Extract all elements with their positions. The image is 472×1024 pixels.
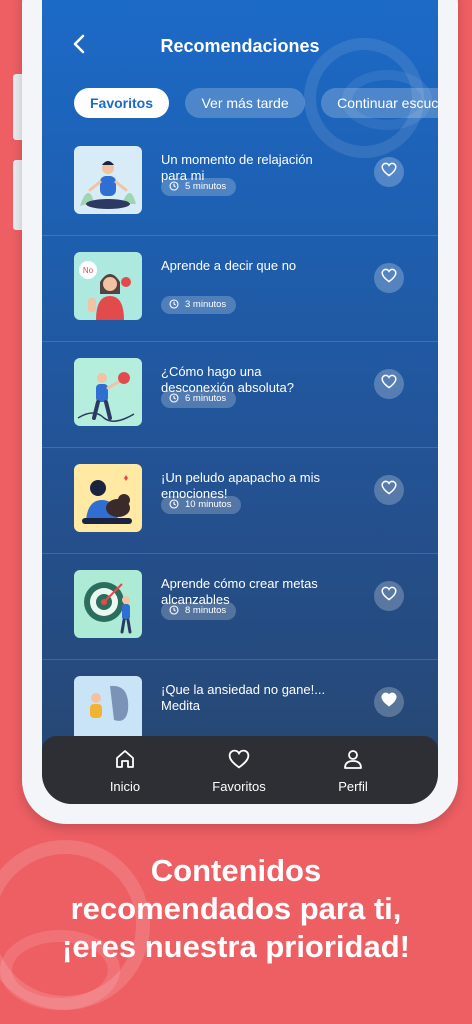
app-header: Recomendaciones [42,24,438,64]
pet-hug-thumbnail [74,464,142,532]
app-screen: Recomendaciones Favoritos Ver más tarde … [42,0,438,804]
tab-continuar-escuchando[interactable]: Continuar escuchar [321,88,438,118]
anxiety-thumbnail [74,676,142,744]
heart-outline-icon [381,268,397,288]
duration-badge: 3 minutos [161,296,237,316]
nav-inicio[interactable]: Inicio [70,748,180,794]
promo-slogan: Contenidos recomendados para ti, ¡eres n… [0,852,472,966]
home-icon [114,750,136,774]
nav-label: Favoritos [212,779,266,794]
tab-favoritos[interactable]: Favoritos [74,88,170,118]
nav-label: Inicio [109,779,141,794]
duration-badge: 6 minutos [161,390,237,410]
favorite-button[interactable] [374,475,404,505]
item-title: Aprende a decir que no [161,258,297,273]
favorite-button[interactable] [374,369,404,399]
heart-outline-icon [381,162,397,182]
heart-outline-icon [381,374,397,394]
duration-text: 10 minutos [185,499,232,510]
favorite-button[interactable] [374,263,404,293]
favorite-button[interactable] [374,581,404,611]
list-item[interactable]: ¡Un peludo apapacho a mis emociones! 10 … [42,448,438,554]
duration-badge: 10 minutos [161,496,242,516]
clock-icon [169,604,179,622]
favorite-button[interactable] [374,687,404,717]
list-item[interactable]: ¿Cómo hago una desconexión absoluta? 6 m… [42,342,438,448]
slogan-line: recomendados para ti, [70,891,402,926]
heart-outline-icon [381,586,397,606]
duration-badge: 8 minutos [161,602,237,622]
list-item[interactable]: Aprende cómo crear metas alcanzables 8 m… [42,554,438,660]
duration-text: 8 minutos [185,605,227,616]
svg-text:No: No [83,266,94,275]
list-item[interactable]: Un momento de relajación para mi 5 minut… [42,130,438,236]
tab-ver-mas-tarde[interactable]: Ver más tarde [185,88,305,118]
nav-perfil[interactable]: Perfil [298,748,408,794]
content-list: Un momento de relajación para mi 5 minut… [42,130,438,766]
item-title: ¡Que la ansiedad no gane!... Medita [161,682,326,713]
clock-icon [169,392,179,410]
duration-text: 5 minutos [185,181,227,192]
user-icon [342,750,364,774]
nav-favoritos[interactable]: Favoritos [184,748,294,794]
heart-filled-icon [381,692,397,712]
meditation-thumbnail [74,146,142,214]
favorite-button[interactable] [374,157,404,187]
duration-text: 6 minutos [185,393,227,404]
clock-icon [169,498,179,516]
duration-badge: 5 minutos [161,178,237,198]
slogan-line: ¡eres nuestra prioridad! [62,929,410,964]
heart-outline-icon [381,480,397,500]
clock-icon [169,180,179,198]
nav-label: Perfil [338,779,368,794]
slogan-line: Contenidos [150,853,322,888]
filter-tabs: Favoritos Ver más tarde Continuar escuch… [74,88,438,118]
goals-thumbnail [74,570,142,638]
disconnect-thumbnail [74,358,142,426]
list-item[interactable]: No Aprende a decir que no 3 minutos [42,236,438,342]
page-title: Recomendaciones [160,36,320,56]
duration-text: 3 minutos [185,299,227,310]
bottom-navigation: Inicio Favoritos Perfil [42,736,438,804]
heart-icon [228,749,250,774]
say-no-thumbnail: No [74,252,142,320]
clock-icon [169,298,179,316]
